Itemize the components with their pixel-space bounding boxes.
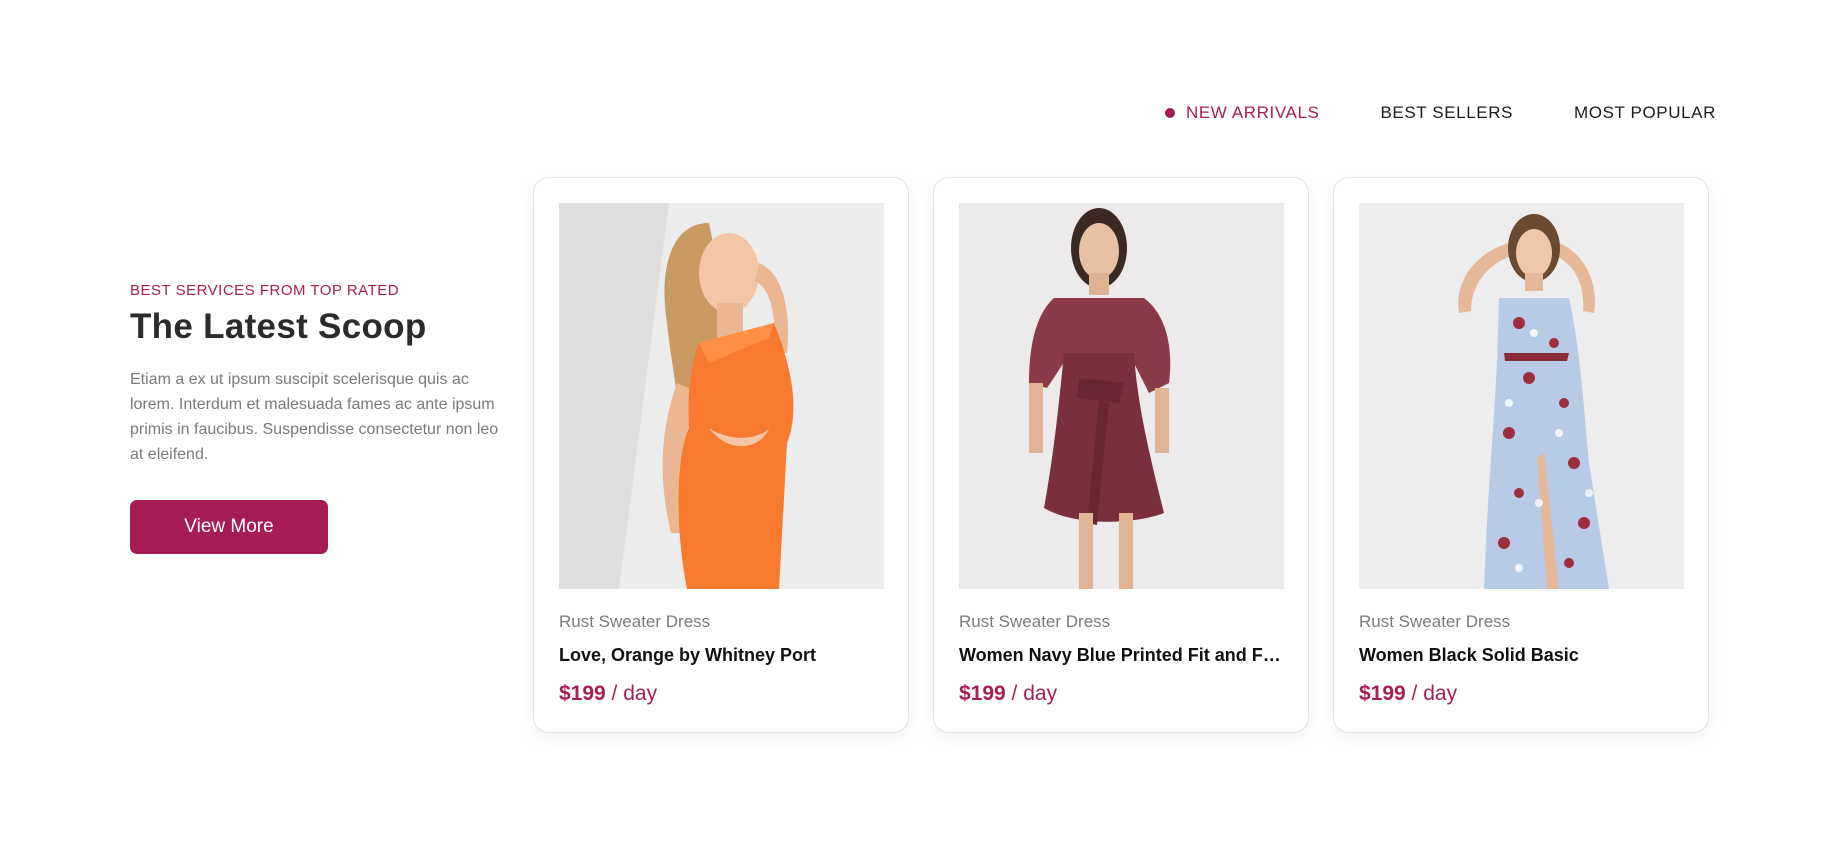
product-subtitle: Rust Sweater Dress bbox=[559, 612, 711, 631]
section-eyebrow: BEST SERVICES FROM TOP RATED bbox=[130, 282, 400, 299]
tab-label: MOST POPULAR bbox=[1574, 103, 1716, 122]
product-subtitle: Rust Sweater Dress bbox=[1359, 612, 1511, 631]
product-card[interactable]: Rust Sweater Dress Love, Orange by Whitn… bbox=[533, 177, 909, 733]
price-amount: $199 bbox=[959, 682, 1006, 705]
product-card[interactable]: Rust Sweater Dress Women Navy Blue Print… bbox=[933, 177, 1309, 733]
product-showcase-section: NEW ARRIVALS BEST SELLERS MOST POPULAR B… bbox=[0, 0, 1824, 847]
price-amount: $199 bbox=[1359, 682, 1406, 705]
product-image[interactable] bbox=[959, 203, 1284, 589]
product-price: $199 / day bbox=[559, 682, 883, 706]
price-unit: / day bbox=[1405, 682, 1458, 705]
tab-label: NEW ARRIVALS bbox=[1185, 103, 1320, 122]
product-image[interactable] bbox=[1359, 203, 1684, 589]
section-heading: The Latest Scoop bbox=[130, 307, 427, 346]
floral-maxi-dress-photo bbox=[1359, 203, 1684, 589]
burgundy-dress-photo bbox=[959, 203, 1284, 589]
tab-most-popular[interactable]: MOST POPULAR bbox=[1574, 103, 1716, 123]
price-amount: $199 bbox=[559, 682, 606, 705]
orange-dress-photo bbox=[559, 203, 884, 589]
product-card[interactable]: Rust Sweater Dress Women Black Solid Bas… bbox=[1333, 177, 1709, 733]
tab-label: BEST SELLERS bbox=[1380, 103, 1514, 122]
product-subtitle: Rust Sweater Dress bbox=[959, 612, 1111, 631]
view-more-button[interactable]: View More bbox=[130, 500, 328, 554]
product-card-list: Rust Sweater Dress Love, Orange by Whitn… bbox=[533, 177, 1709, 733]
product-name[interactable]: Women Navy Blue Printed Fit and Flare Dr… bbox=[959, 645, 1283, 666]
price-unit: / day bbox=[1005, 682, 1058, 705]
product-price: $199 / day bbox=[1359, 682, 1683, 706]
section-description: Etiam a ex ut ipsum suscipit scelerisque… bbox=[130, 371, 499, 463]
product-name[interactable]: Women Black Solid Basic bbox=[1359, 645, 1683, 666]
price-unit: / day bbox=[605, 682, 658, 705]
tab-new-arrivals[interactable]: NEW ARRIVALS bbox=[1164, 103, 1320, 123]
product-name[interactable]: Love, Orange by Whitney Port bbox=[559, 645, 883, 666]
intro-block: BEST SERVICES FROM TOP RATED The Latest … bbox=[130, 282, 500, 554]
product-image[interactable] bbox=[559, 203, 884, 589]
active-dot-icon bbox=[1164, 108, 1175, 118]
tab-best-sellers[interactable]: BEST SELLERS bbox=[1380, 103, 1513, 123]
category-tabs: NEW ARRIVALS BEST SELLERS MOST POPULAR bbox=[1164, 103, 1716, 123]
product-price: $199 / day bbox=[959, 682, 1283, 706]
